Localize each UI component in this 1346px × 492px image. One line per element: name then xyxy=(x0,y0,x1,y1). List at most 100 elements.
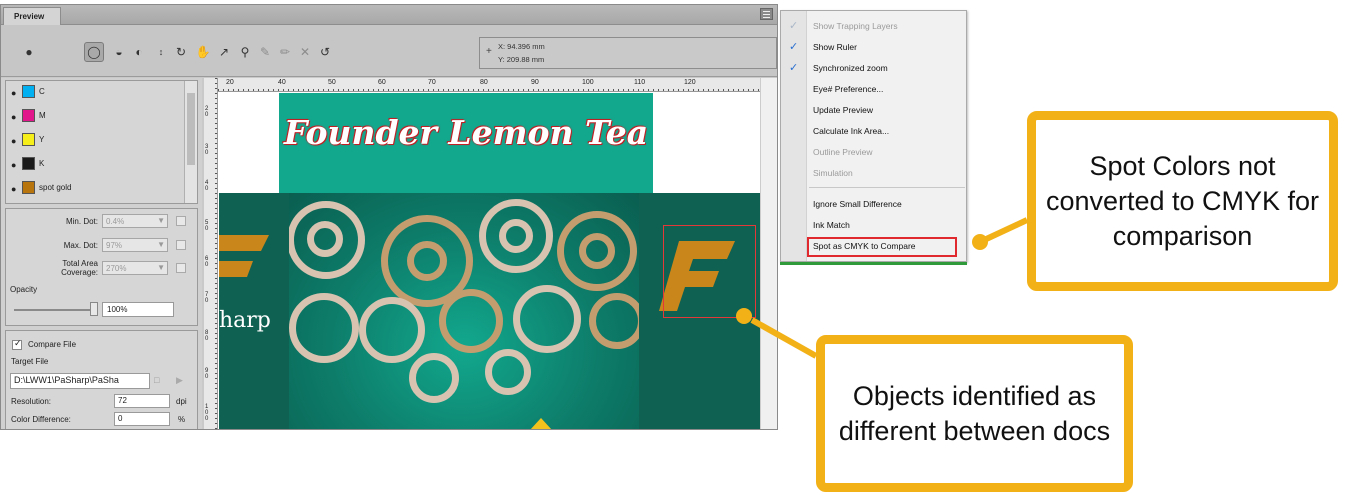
hand-icon[interactable]: ✋ xyxy=(193,42,213,62)
swirl-ornament xyxy=(359,297,425,363)
color-difference-unit: % xyxy=(178,415,186,424)
max-dot-label: Max. Dot: xyxy=(63,241,98,250)
menu-item-outline-preview[interactable]: Outline Preview xyxy=(781,141,966,162)
preview-canvas[interactable]: 20 40 50 60 70 80 90 100 110 120 20 30 4… xyxy=(204,78,777,429)
menu-item-synchronized-zoom[interactable]: ✓ Synchronized zoom xyxy=(781,57,966,78)
menu-item-calculate-ink-area[interactable]: Calculate Ink Area... xyxy=(781,120,966,141)
swirl-ornament xyxy=(579,233,615,269)
opacity-slider-thumb[interactable] xyxy=(90,302,98,316)
ink-name: spot gold xyxy=(39,183,72,192)
package-panel-front xyxy=(289,193,639,429)
crosshair-icon: + xyxy=(486,46,492,57)
ruler-tick: 20 xyxy=(226,79,234,86)
ink-list-scrollbar[interactable] xyxy=(184,81,197,203)
left-panel: ● C ● M ● Y ● K ● spot gold Min. Dot: 0.… xyxy=(1,78,202,429)
ruler-tick: 60 xyxy=(205,256,209,268)
menu-item-ignore-small-difference[interactable]: Ignore Small Difference xyxy=(781,193,966,214)
target-file-label: Target File xyxy=(11,357,49,366)
tac-select[interactable]: 270% ▼ xyxy=(102,261,168,275)
max-dot-select[interactable]: 97% ▼ xyxy=(102,238,168,252)
ruler-tick: 90 xyxy=(205,368,209,380)
ink-row-m[interactable]: ● M xyxy=(6,105,184,129)
callout-spot-colors: Spot Colors not converted to CMYK for co… xyxy=(1027,111,1338,291)
menu-item-eye-preference[interactable]: Eye# Preference... xyxy=(781,78,966,99)
overprint-icon[interactable]: ↕ xyxy=(151,42,171,62)
eye-icon[interactable]: ● xyxy=(11,184,16,194)
eye-icon[interactable]: ● xyxy=(11,88,16,98)
ruler-tick: 110 xyxy=(634,79,646,86)
eye-icon[interactable]: ● xyxy=(11,136,16,146)
min-dot-checkbox[interactable] xyxy=(176,216,186,226)
zoom-icon[interactable]: ⚲ xyxy=(235,42,255,62)
max-dot-checkbox[interactable] xyxy=(176,240,186,250)
compare-file-checkbox[interactable]: ✓ xyxy=(12,338,22,350)
cross-icon[interactable]: ✕ xyxy=(295,42,315,62)
menu-item-simulation[interactable]: Simulation xyxy=(781,162,966,183)
panel-menu-icon[interactable] xyxy=(760,8,773,20)
ink-list: ● C ● M ● Y ● K ● spot gold xyxy=(5,80,198,204)
menu-item-show-ruler[interactable]: ✓ Show Ruler xyxy=(781,36,966,57)
ink-name: C xyxy=(39,87,45,96)
preview-window: Preview ● ◯ ◒ ◐ ↕ ↻ ✋ ↗ ⚲ ✎ ✏ ✕ ↺ + X: 9… xyxy=(0,4,778,430)
brand-text: harp xyxy=(219,308,271,333)
ruler-tick: 100 xyxy=(205,404,209,422)
tab-preview[interactable]: Preview xyxy=(3,7,61,25)
eye-icon[interactable]: ● xyxy=(11,112,16,122)
vertical-ruler: 20 30 40 50 60 70 80 90 100 xyxy=(204,78,218,429)
ink-row-spot-gold[interactable]: ● spot gold xyxy=(6,177,184,201)
menu-separator xyxy=(809,187,965,188)
arrow-icon[interactable]: ↺ xyxy=(315,42,335,62)
ink-name: Y xyxy=(39,135,45,144)
context-menu: ✓ Show Trapping Layers ✓ Show Ruler ✓ Synch… xyxy=(780,10,967,262)
menu-item-highlight-box xyxy=(807,237,957,257)
coordinate-readout: + X: 94.396 mm Y: 209.88 mm xyxy=(479,37,777,69)
pointer-icon[interactable]: ↗ xyxy=(214,42,234,62)
eye-icon[interactable]: ● xyxy=(19,42,39,62)
play-icon[interactable]: ▶ xyxy=(176,375,183,386)
swirl-ornament xyxy=(439,289,503,353)
compare-settings: ✓ Compare File Target File D:\LWW1\PaSha… xyxy=(5,330,198,429)
menu-item-ink-match[interactable]: Ink Match xyxy=(781,214,966,235)
ink-row-k[interactable]: ● K xyxy=(6,153,184,177)
half-circle-outline-icon[interactable]: ◐ xyxy=(129,42,149,62)
browse-icon[interactable]: □ xyxy=(154,375,159,385)
canvas-scrollbar[interactable] xyxy=(760,78,777,429)
tac-label-1: Total Area xyxy=(62,259,98,268)
color-difference-input[interactable]: 0 xyxy=(114,412,170,426)
eraser-icon[interactable]: ✏ xyxy=(275,42,295,62)
swirl-ornament xyxy=(499,219,533,253)
tac-label-2: Coverage: xyxy=(61,268,98,277)
color-difference-label: Color Difference: xyxy=(11,415,71,424)
menu-item-update-preview[interactable]: Update Preview xyxy=(781,99,966,120)
product-title: Founder Lemon Tea xyxy=(283,113,649,152)
package-panel-left: harp xyxy=(219,193,289,429)
ink-row-y[interactable]: ● Y xyxy=(6,129,184,153)
circle-gray-icon[interactable]: ◯ xyxy=(84,42,104,62)
x-coordinate: X: 94.396 mm xyxy=(498,42,545,51)
ink-row-c[interactable]: ● C xyxy=(6,81,184,105)
callout-objects-different: Objects identified as different between … xyxy=(816,335,1133,492)
resolution-input[interactable]: 72 xyxy=(114,394,170,408)
target-file-path[interactable]: D:\LWW1\PaSharp\PaSha xyxy=(10,373,150,389)
min-dot-select[interactable]: 0.4% ▼ xyxy=(102,214,168,228)
ink-swatch xyxy=(22,181,35,194)
ruler-tick: 90 xyxy=(531,79,539,86)
min-dot-label: Min. Dot: xyxy=(65,217,98,226)
ruler-tick: 70 xyxy=(205,292,209,304)
opacity-slider-track[interactable] xyxy=(14,309,96,311)
ruler-tick: 70 xyxy=(428,79,436,86)
eye-icon[interactable]: ● xyxy=(11,160,16,170)
menu-item-show-trapping-layers[interactable]: ✓ Show Trapping Layers xyxy=(781,15,966,36)
ink-name: M xyxy=(39,111,46,120)
half-circle-icon[interactable]: ◒ xyxy=(109,42,129,62)
callout-spot-colors-text: Spot Colors not converted to CMYK for co… xyxy=(1045,150,1320,251)
opacity-input[interactable]: 100% xyxy=(102,302,174,317)
brush-icon[interactable]: ✎ xyxy=(255,42,275,62)
separation-icon[interactable]: ↻ xyxy=(171,42,191,62)
ruler-tick: 50 xyxy=(328,79,336,86)
swirl-ornament xyxy=(307,221,343,257)
tac-checkbox[interactable] xyxy=(176,263,186,273)
swirl-ornament xyxy=(513,285,581,353)
opacity-label: Opacity xyxy=(10,285,38,294)
callout-objects-text: Objects identified as different between … xyxy=(838,380,1111,446)
